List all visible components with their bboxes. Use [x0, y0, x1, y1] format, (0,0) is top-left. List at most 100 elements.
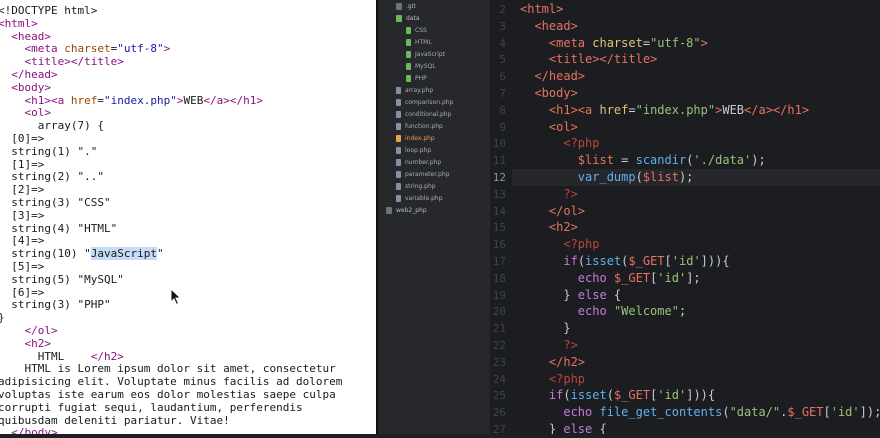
line-number: 12 [492, 171, 506, 184]
tree-folder-item[interactable]: data [396, 13, 420, 25]
line-number: 3 [499, 19, 506, 33]
code-line[interactable]: <head> [520, 18, 577, 35]
tree-file-item[interactable]: JavaScript [406, 49, 445, 61]
tree-item-label: JavaScript [415, 51, 446, 58]
code-line[interactable]: <ol> [520, 119, 578, 136]
source-line: voluptas iste earum eos dolor molestias … [0, 388, 336, 401]
code-line[interactable]: </ol> [520, 203, 585, 220]
file-icon [406, 75, 411, 82]
file-icon [396, 123, 401, 130]
tree-folder-item[interactable]: web2_php [386, 205, 427, 217]
source-line: [6]=> [0, 285, 45, 299]
line-number: 25 [492, 389, 506, 403]
file-icon [406, 51, 411, 58]
tree-file-item[interactable]: variable.php [396, 193, 443, 205]
selected-text[interactable]: JavaScript [90, 247, 157, 261]
tree-item-label: array.php [405, 87, 434, 94]
tree-item-label: data [406, 15, 420, 22]
line-number: 7 [499, 87, 506, 100]
code-line[interactable]: echo file_get_contents("data/".$_GET['id… [520, 404, 880, 421]
line-number: 13 [492, 187, 506, 201]
line-number: 23 [492, 355, 506, 369]
tree-file-item[interactable]: PHP [406, 73, 427, 85]
line-number: 21 [492, 322, 506, 336]
code-line[interactable]: <body> [520, 85, 577, 102]
source-line: <ol> [24, 106, 52, 120]
source-line: <body> [11, 80, 51, 94]
code-line[interactable]: ?> [520, 186, 577, 203]
code-line[interactable]: <meta charset="utf-8"> [520, 35, 708, 52]
code-line[interactable]: } else { [520, 287, 621, 304]
tree-file-item[interactable]: string.php [396, 181, 436, 193]
source-line: <!DOCTYPE html> [0, 4, 98, 17]
tree-item-label: HTML [415, 39, 432, 46]
line-number: 4 [499, 36, 506, 50]
source-line: [3]=> [0, 208, 45, 222]
source-line: </body> [11, 426, 58, 434]
tree-file-item[interactable]: MySQL [406, 61, 436, 73]
code-line[interactable]: if(isset($_GET['id'])){ [520, 253, 729, 270]
line-number: 8 [499, 103, 506, 117]
code-line[interactable]: <title></title> [520, 51, 657, 68]
tree-item-label: function.php [405, 123, 443, 130]
code-line[interactable]: echo $_GET['id']; [520, 270, 701, 287]
line-number: 26 [492, 406, 506, 420]
line-number: 5 [499, 53, 506, 67]
source-line: <h2> [24, 336, 52, 350]
code-line[interactable]: <html> [520, 1, 563, 18]
file-icon [396, 147, 401, 154]
code-line[interactable]: } [520, 320, 570, 337]
tree-item-label: string.php [405, 183, 436, 190]
tree-file-item[interactable]: loop.php [396, 145, 431, 157]
code-line[interactable]: if(isset($_GET['id'])){ [520, 387, 715, 404]
source-line: [1]=> [0, 157, 45, 171]
code-line[interactable]: <?php [520, 371, 585, 388]
code-editor[interactable]: <html> <head> <meta charset="utf-8"> <ti… [512, 0, 880, 434]
tree-file-item[interactable]: HTML [406, 37, 432, 49]
code-line[interactable]: <?php [520, 135, 599, 152]
tree-file-item[interactable]: number.php [396, 157, 441, 169]
tree-item-label: PHP [415, 75, 427, 82]
source-line: array(7) { [0, 119, 104, 133]
source-line: string(1) "." [0, 144, 98, 158]
code-line[interactable]: $list = scandir('./data'); [520, 152, 766, 169]
file-icon [406, 63, 411, 70]
source-line: [4]=> [0, 234, 45, 248]
source-line: <head> [11, 29, 51, 43]
tree-file-item[interactable]: comparison.php [396, 97, 453, 109]
file-icon [396, 135, 401, 142]
code-line[interactable]: ?> [520, 337, 577, 354]
line-number: 10 [492, 137, 506, 151]
tree-folder-item[interactable]: .git [396, 1, 416, 13]
source-line: [5]=> [0, 260, 45, 273]
code-line[interactable]: <h2> [520, 219, 578, 236]
tree-item-label: parameter.php [405, 171, 450, 178]
line-number: 20 [492, 305, 506, 319]
code-line[interactable]: </head> [520, 68, 585, 85]
file-tree-sidebar: .git data CSS HTML JavaScript MySQL PHP array.p… [378, 0, 490, 434]
source-line: </ol> [24, 324, 58, 337]
tree-file-item[interactable]: function.php [396, 121, 443, 133]
file-icon [396, 87, 401, 94]
source-line: [0]=> [0, 132, 45, 145]
tree-file-item[interactable]: index.php [396, 133, 435, 145]
line-number: 6 [499, 70, 506, 84]
code-line[interactable]: <h1><a href="index.php">WEB</a></h1> [520, 102, 809, 119]
tree-file-item[interactable]: CSS [406, 25, 427, 37]
tree-file-item[interactable]: conditional.php [396, 109, 451, 121]
file-icon [396, 183, 401, 190]
folder-open-icon [396, 15, 402, 22]
line-number: 17 [492, 255, 506, 268]
tree-file-item[interactable]: parameter.php [396, 169, 449, 181]
code-line[interactable]: var_dump($list); [512, 169, 880, 186]
source-line: adipisicing elit. Voluptate minus facili… [0, 375, 343, 389]
code-line[interactable]: <?php [520, 236, 599, 253]
source-line: HTML is Lorem ipsum dolor sit amet, cons… [0, 362, 336, 376]
code-line[interactable]: } else { [520, 421, 607, 434]
source-line: } [0, 311, 5, 324]
code-line[interactable]: </h2> [520, 354, 585, 371]
tree-file-item[interactable]: array.php [396, 85, 433, 97]
code-line[interactable]: echo "Welcome"; [520, 303, 686, 320]
tree-item-label: web2_php [396, 207, 427, 214]
source-line: quibusdam deleniti pariatur. Vitae! [0, 413, 230, 427]
